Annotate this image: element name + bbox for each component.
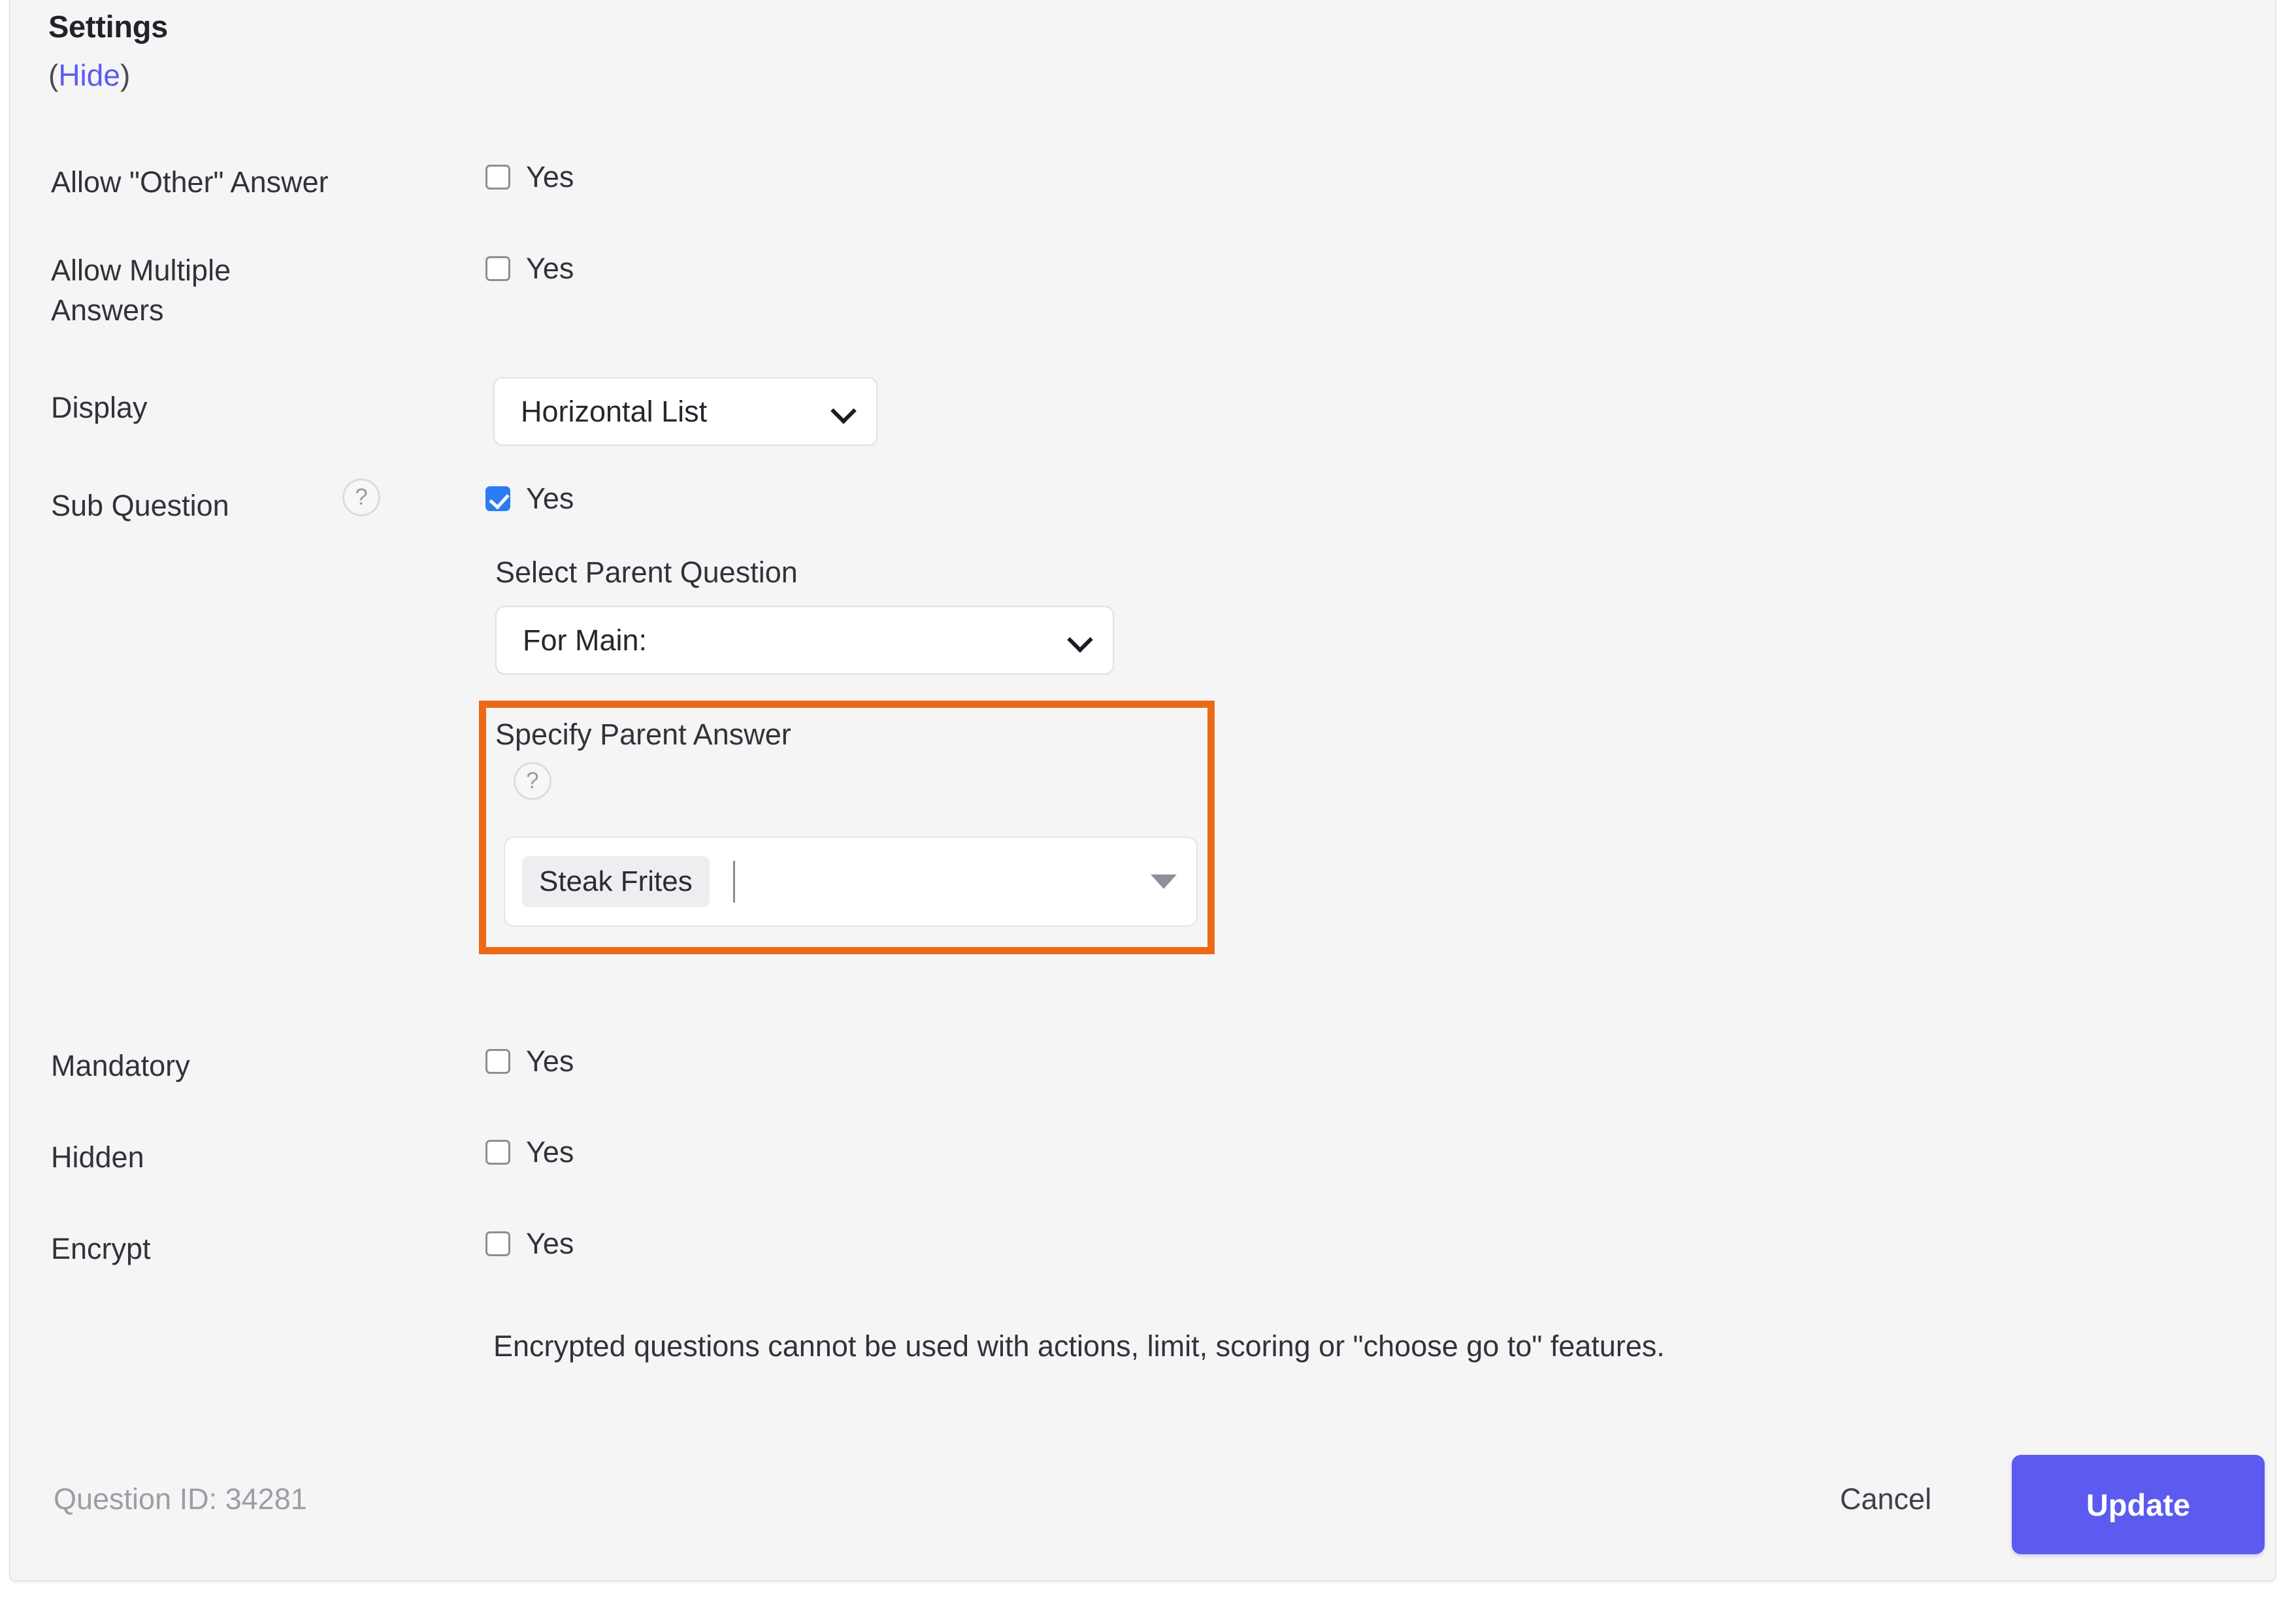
allow-other-checkbox[interactable] bbox=[485, 165, 510, 190]
allow-multiple-checkbox-label[interactable]: Yes bbox=[526, 252, 574, 286]
chevron-down-icon bbox=[832, 401, 854, 423]
update-button[interactable]: Update bbox=[2012, 1455, 2265, 1554]
label-display: Display bbox=[51, 391, 148, 424]
encrypt-checkbox-label[interactable]: Yes bbox=[526, 1227, 574, 1261]
page-title: Settings bbox=[48, 9, 169, 44]
display-select[interactable]: Horizontal List bbox=[493, 377, 877, 446]
paren-open: ( bbox=[48, 58, 59, 92]
encrypt-checkbox-row[interactable]: Yes bbox=[485, 1227, 574, 1261]
encrypt-checkbox[interactable] bbox=[485, 1231, 510, 1256]
allow-multiple-checkbox[interactable] bbox=[485, 256, 510, 281]
hidden-checkbox[interactable] bbox=[485, 1140, 510, 1165]
parent-answer-multiselect[interactable]: Steak Frites bbox=[504, 837, 1198, 927]
sub-question-checkbox-label[interactable]: Yes bbox=[526, 482, 574, 516]
hide-link[interactable]: Hide bbox=[58, 58, 120, 92]
label-hidden: Hidden bbox=[51, 1140, 144, 1174]
text-cursor bbox=[732, 861, 735, 903]
display-select-value: Horizontal List bbox=[521, 394, 708, 428]
chevron-down-icon bbox=[1068, 629, 1091, 652]
label-encrypt: Encrypt bbox=[51, 1232, 151, 1265]
parent-answer-tag[interactable]: Steak Frites bbox=[522, 856, 710, 907]
mandatory-checkbox-row[interactable]: Yes bbox=[485, 1044, 574, 1078]
allow-other-checkbox-label[interactable]: Yes bbox=[526, 160, 574, 194]
specify-parent-answer-help-icon[interactable]: ? bbox=[514, 762, 551, 800]
label-sub-question: Sub Question bbox=[51, 489, 229, 522]
hidden-checkbox-row[interactable]: Yes bbox=[485, 1135, 574, 1169]
label-mandatory: Mandatory bbox=[51, 1049, 190, 1082]
hidden-checkbox-label[interactable]: Yes bbox=[526, 1135, 574, 1169]
parent-question-select-value: For Main: bbox=[523, 623, 648, 657]
settings-hide-toggle: (Hide) bbox=[48, 58, 130, 93]
question-id-text: Question ID: 34281 bbox=[54, 1482, 307, 1516]
sub-question-checkbox-row[interactable]: Yes bbox=[485, 482, 574, 516]
label-select-parent-question: Select Parent Question bbox=[495, 556, 798, 589]
label-specify-parent-answer: Specify Parent Answer bbox=[495, 718, 791, 751]
paren-close: ) bbox=[120, 58, 131, 92]
label-allow-multiple: Allow Multiple Answers bbox=[51, 254, 231, 327]
mandatory-checkbox-label[interactable]: Yes bbox=[526, 1044, 574, 1078]
sub-question-checkbox[interactable] bbox=[485, 486, 510, 511]
mandatory-checkbox[interactable] bbox=[485, 1049, 510, 1074]
encrypt-help-note: Encrypted questions cannot be used with … bbox=[493, 1329, 1665, 1363]
cancel-button[interactable]: Cancel bbox=[1840, 1482, 1931, 1516]
caret-down-icon[interactable] bbox=[1151, 874, 1177, 889]
settings-panel: Settings (Hide) Allow "Other" Answer Yes… bbox=[9, 0, 2276, 1582]
label-allow-other: Allow "Other" Answer bbox=[51, 165, 329, 199]
sub-question-help-icon[interactable]: ? bbox=[342, 478, 380, 516]
parent-question-select[interactable]: For Main: bbox=[495, 606, 1114, 674]
allow-multiple-checkbox-row[interactable]: Yes bbox=[485, 252, 574, 286]
allow-other-checkbox-row[interactable]: Yes bbox=[485, 160, 574, 194]
